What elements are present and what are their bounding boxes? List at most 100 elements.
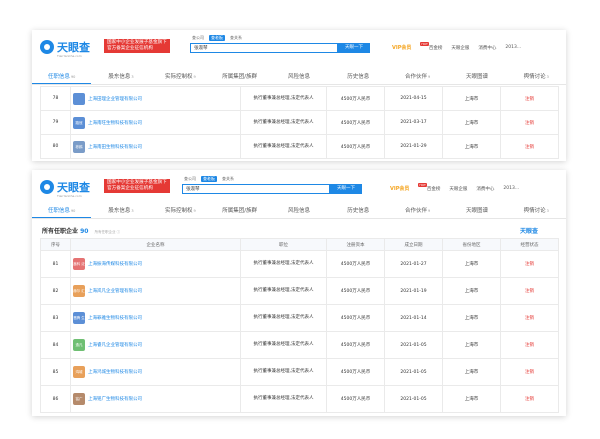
capital-cell: 4500万人民币: [326, 250, 385, 278]
screenshot-top: 天眼查 TianYanCha.com 国家中小企业发展子基金旗下 官方备案企业征…: [32, 30, 566, 161]
row-no: 82: [40, 277, 71, 305]
date-cell: 2021-03-17: [384, 110, 443, 135]
tab-positions[interactable]: 任职信息90: [32, 204, 92, 218]
capital-cell: 4500万人民币: [326, 134, 385, 159]
date-cell: 2021-01-27: [384, 250, 443, 278]
section-sub: 所有任职企业 ⓘ: [94, 230, 121, 234]
nav-ranking[interactable]: HOT百金榜: [420, 41, 442, 51]
search-button[interactable]: 天眼一下: [330, 184, 362, 194]
brand-logo[interactable]: 天眼查: [40, 179, 90, 195]
tab-opinion[interactable]: 舆情讨论3: [507, 70, 566, 84]
status-cell: 注销: [500, 134, 559, 159]
nav-services[interactable]: 天眼企服: [451, 45, 469, 51]
date-cell: 2021-04-15: [384, 86, 443, 111]
company-logo-icon: [73, 92, 85, 105]
nav-services[interactable]: 天眼企服: [449, 186, 467, 192]
company-link[interactable]: 上海田理企业管理有限公司: [88, 96, 142, 102]
company-link[interactable]: 上海鸿城生物科技有限公司: [88, 369, 142, 375]
company-logo-icon: 赫尔 汇凡: [73, 285, 85, 304]
scope-tab-boss[interactable]: 查老板: [209, 35, 225, 41]
tab-shareholder[interactable]: 股东信息3: [91, 204, 150, 218]
promo-badge: 国家中小企业发展子基金旗下 官方备案企业征信机构: [104, 179, 170, 193]
tab-risk[interactable]: 风险信息: [269, 70, 328, 84]
region-cell: 上海市: [442, 358, 501, 386]
table-header-row: 序号 企业名称 职位 注册资本 成立日期 省份地区 经营状态: [40, 238, 559, 251]
nav-user[interactable]: 2013...: [503, 186, 519, 191]
top-nav: VIP会员 HOT百金榜 天眼企服 消费中心 2013...: [390, 182, 519, 192]
role-cell: 执行董事兼总经理,法定代表人: [240, 358, 327, 386]
table-row: 86 铭广 上海铭广生物科技有限公司 执行董事兼总经理,法定代表人 4500万人民币 20…: [40, 385, 559, 413]
nav-user[interactable]: 2013...: [505, 45, 521, 50]
col-capital: 注册资本: [326, 238, 385, 251]
search-button[interactable]: 天眼一下: [338, 43, 370, 53]
nav-consumer[interactable]: 消费中心: [476, 186, 494, 192]
search-scope-tabs: 查公司 查老板 查关系: [182, 176, 236, 182]
date-cell: 2021-01-05: [384, 358, 443, 386]
company-link[interactable]: 上海振海传媒科技有限公司: [88, 261, 142, 267]
scope-tab-relation[interactable]: 查关系: [228, 35, 244, 41]
tab-group[interactable]: 所属集团/族群: [210, 70, 269, 84]
tab-graph[interactable]: 天眼图谱: [447, 70, 506, 84]
search-input[interactable]: 张淑琴: [182, 184, 330, 194]
tab-history[interactable]: 历史信息: [329, 70, 388, 84]
vip-link[interactable]: VIP会员: [390, 185, 409, 192]
scope-tab-relation[interactable]: 查关系: [220, 176, 236, 182]
capital-cell: 4500万人民币: [326, 277, 385, 305]
tab-history[interactable]: 历史信息: [329, 204, 388, 218]
tab-positions[interactable]: 任职信息90: [32, 70, 92, 84]
nav-consumer[interactable]: 消费中心: [478, 45, 496, 51]
tab-opinion[interactable]: 舆情讨论3: [507, 204, 566, 218]
profile-tabs: 任职信息90 股东信息3 实际控制权9 所属集团/族群 风险信息 历史信息 合作…: [32, 204, 566, 219]
table-row: 85 鸿城 上海鸿城生物科技有限公司 执行董事兼总经理,法定代表人 4500万人民币 20…: [40, 358, 559, 386]
nav-ranking[interactable]: HOT百金榜: [418, 182, 440, 192]
status-cell: 注销: [500, 110, 559, 135]
tab-group[interactable]: 所属集团/族群: [210, 204, 269, 218]
scope-tab-boss[interactable]: 查老板: [201, 176, 217, 182]
date-cell: 2021-01-05: [384, 385, 443, 413]
company-link[interactable]: 上海铭广生物科技有限公司: [88, 396, 142, 402]
company-link[interactable]: 上海睿凡企业管理有限公司: [88, 342, 142, 348]
row-no: 83: [40, 304, 71, 332]
company-link[interactable]: 上海罪雅生物科技有限公司: [88, 315, 142, 321]
brand-logo[interactable]: 天眼查: [40, 39, 90, 55]
tab-control[interactable]: 实际控制权9: [151, 70, 210, 84]
row-no: 84: [40, 331, 71, 359]
role-cell: 执行董事兼总经理,法定代表人: [240, 331, 327, 359]
site-header: 天眼查 TianYanCha.com 国家中小企业发展子基金旗下 官方备案企业征…: [32, 30, 566, 60]
company-logo-icon: 逸凡: [73, 339, 85, 351]
role-cell: 执行董事兼总经理,法定代表人: [240, 385, 327, 413]
scope-tab-company[interactable]: 查公司: [190, 35, 206, 41]
tab-partners[interactable]: 合作伙伴9: [388, 70, 447, 84]
status-cell: 注销: [500, 86, 559, 111]
date-cell: 2021-01-29: [384, 134, 443, 159]
company-logo-icon: 彬鸥: [73, 140, 85, 153]
scope-tab-company[interactable]: 查公司: [182, 176, 198, 182]
section-brand-logo: 天眼查: [520, 228, 539, 235]
company-link[interactable]: 上海南田生物科技有限公司: [88, 144, 142, 150]
eye-logo-icon: [40, 40, 54, 54]
role-cell: 执行董事兼总经理,法定代表人: [240, 134, 327, 159]
tab-risk[interactable]: 风险信息: [269, 204, 328, 218]
section-count: 90: [80, 228, 89, 235]
company-link[interactable]: 上海南旺生物科技有限公司: [88, 120, 142, 126]
promo-badge: 国家中小企业发展子基金旗下 官方备案企业征信机构: [104, 39, 170, 53]
col-role: 职位: [240, 238, 327, 251]
capital-cell: 4500万人民币: [326, 358, 385, 386]
vip-link[interactable]: VIP会员: [392, 44, 411, 51]
tab-partners[interactable]: 合作伙伴9: [388, 204, 447, 218]
tab-control[interactable]: 实际控制权9: [151, 204, 210, 218]
tab-graph[interactable]: 天眼图谱: [447, 204, 506, 218]
region-cell: 上海市: [442, 86, 501, 111]
search-scope-tabs: 查公司 查老板 查关系: [190, 35, 244, 41]
region-cell: 上海市: [442, 277, 501, 305]
row-no: 78: [40, 86, 71, 111]
status-cell: 注销: [500, 358, 559, 386]
tab-shareholder[interactable]: 股东信息3: [91, 70, 150, 84]
role-cell: 执行董事兼总经理,法定代表人: [240, 250, 327, 278]
search-input[interactable]: 张淑琴: [190, 43, 338, 53]
col-date: 成立日期: [384, 238, 443, 251]
company-link[interactable]: 上海岚凡企业管理有限公司: [88, 288, 142, 294]
table-row: 79 路冠 上海南旺生物科技有限公司 执行董事兼总经理,法定代表人 4500万人民币 20…: [40, 110, 559, 135]
col-status: 经营状态: [500, 238, 559, 251]
col-region: 省份地区: [442, 238, 501, 251]
